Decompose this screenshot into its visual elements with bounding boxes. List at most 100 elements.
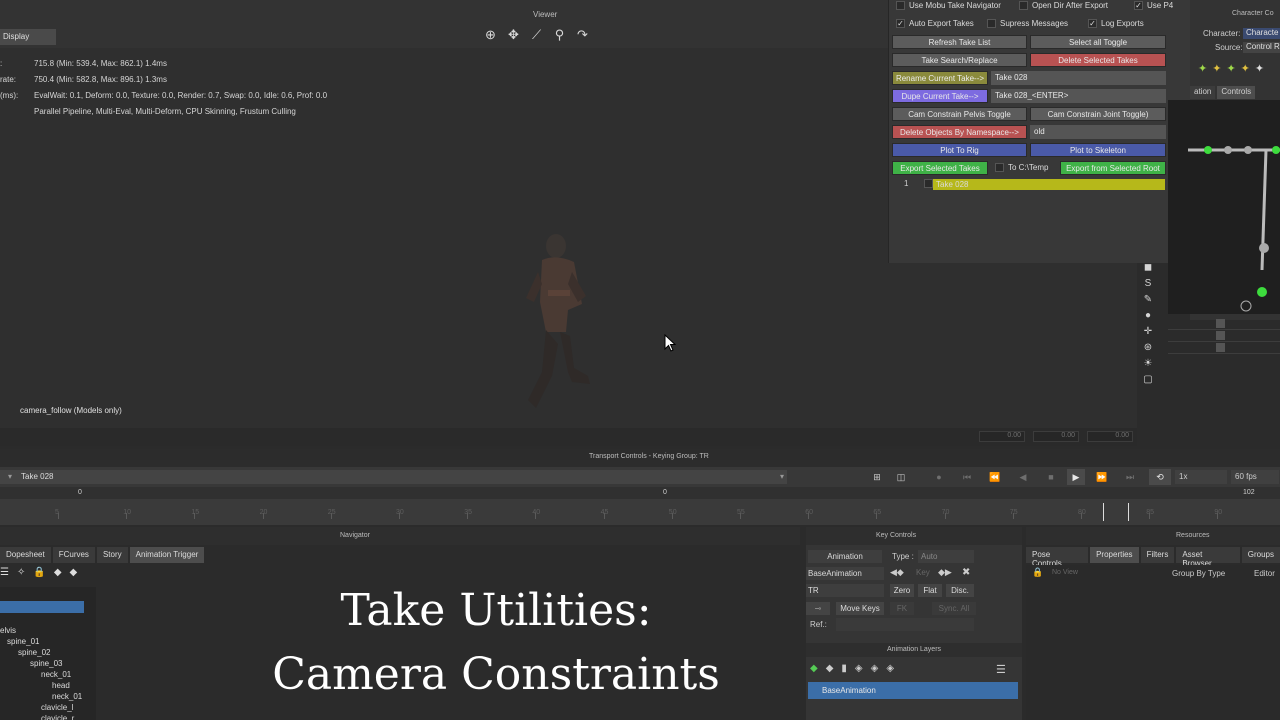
group-by-type[interactable]: Group By Type [1172,569,1225,578]
add-layer-icon[interactable]: ◆ [810,663,818,674]
list-icon[interactable]: ☰ [0,567,9,578]
value-field[interactable]: 0.00 [1033,431,1079,442]
rename-take-field[interactable]: Take 028 [991,71,1166,85]
tree-node[interactable]: elvis [0,626,16,635]
end-frame[interactable]: 102 [1243,489,1255,496]
export-selected-takes-button[interactable]: Export Selected Takes [892,161,988,175]
cam-constrain-joint-button[interactable]: Cam Constrain Joint Toggle) [1030,107,1166,121]
orbit-icon[interactable]: ⊕ [482,26,499,43]
tab-asset-browser[interactable]: Asset Browser [1176,547,1240,568]
row-toggle[interactable] [1216,343,1225,352]
play-icon[interactable]: ▶ [1067,469,1085,485]
figure-icon[interactable]: ✦ [1241,62,1250,75]
sphere-icon[interactable]: ● [1142,310,1154,322]
flat-button[interactable]: Flat [918,584,942,597]
tab-pose-controls[interactable]: Pose Controls [1026,547,1089,568]
zero-button[interactable]: Zero [890,584,914,597]
frame-icon[interactable]: ▢ [1142,374,1154,386]
key-label[interactable]: Key [916,568,930,577]
refresh-take-list-button[interactable]: Refresh Take List [892,35,1027,49]
play-reverse-icon[interactable]: ◀ [1014,469,1032,485]
supress-messages-checkbox[interactable] [987,19,996,28]
plot-to-skeleton-button[interactable]: Plot to Skeleton [1030,143,1166,157]
tree-selection[interactable] [0,601,84,613]
lock-icon[interactable]: 🔒 [33,567,45,578]
prev-key-icon[interactable]: ◀◆ [890,567,904,578]
start-frame[interactable]: 0 [78,489,82,496]
delete-selected-takes-button[interactable]: Delete Selected Takes [1030,53,1166,67]
light-icon[interactable]: ☀ [1142,358,1154,370]
tab-dopesheet[interactable]: Dopesheet [0,547,51,563]
namespace-field[interactable]: old [1030,125,1166,139]
auto-export-checkbox[interactable]: ✓ [896,19,905,28]
layer-icon[interactable]: ◆ [826,663,834,674]
paste-icon[interactable]: ◈ [886,663,894,674]
tree-node[interactable]: spine_03 [30,659,62,668]
playhead[interactable] [1103,503,1129,521]
filter-icon[interactable]: ✧ [17,567,25,578]
take-search-replace-button[interactable]: Take Search/Replace [892,53,1027,67]
pan-icon[interactable]: ⟋ [528,26,545,43]
prev-key-icon[interactable]: ⏪ [986,469,1004,485]
lock-icon[interactable]: 🔒 [1032,567,1043,578]
menu-icon[interactable]: ☰ [996,663,1006,676]
tab-animation[interactable]: ation [1190,86,1216,99]
timeline-ruler[interactable]: 5 10 15 20 25 30 35 40 45 50 55 60 65 70 75 80 85 90 [0,499,1280,525]
curve-icon[interactable]: S [1142,278,1154,290]
layer-row[interactable]: BaseAnimation [808,682,1018,699]
split-view-icon[interactable]: ◫ [892,469,910,485]
loop-icon[interactable]: ⟲ [1149,469,1171,485]
take-list-item[interactable]: Take 028 [933,179,1165,190]
to-temp-checkbox[interactable] [995,163,1004,172]
tab-animation-trigger[interactable]: Animation Trigger [129,547,205,563]
skeleton-view[interactable] [1168,100,1280,314]
tree-node[interactable]: neck_01 [52,692,82,701]
camera-icon[interactable]: ⊛ [1142,342,1154,354]
figure-icon[interactable]: ✦ [1255,62,1264,75]
layer-dropdown[interactable]: BaseAnimation [806,567,884,580]
key-toggle-button[interactable]: ⊸ [806,602,830,615]
tree-node[interactable]: head [52,681,70,690]
cam-constrain-pelvis-button[interactable]: Cam Constrain Pelvis Toggle [892,107,1027,121]
keying-group-dropdown[interactable]: TR [806,584,884,597]
type-dropdown[interactable]: Auto [918,550,974,563]
zoom-icon[interactable]: ⚲ [551,26,568,43]
fps-dropdown[interactable]: 60 fps [1231,470,1279,484]
dupe-take-field[interactable]: Take 028_<ENTER> [991,89,1166,103]
dupe-current-take-button[interactable]: Dupe Current Take--> [892,89,988,103]
brush-icon[interactable]: ✎ [1142,294,1154,306]
figure-icon[interactable]: ✦ [1212,62,1221,75]
editor-toggle[interactable]: Editor [1254,569,1275,578]
display-tab[interactable]: Display [0,29,56,45]
row-toggle[interactable] [1216,319,1225,328]
plot-to-rig-button[interactable]: Plot To Rig [892,143,1027,157]
move-keys-button[interactable]: Move Keys [836,602,884,615]
take-dropdown[interactable]: ▾ Take 028 ▾ [0,470,787,484]
tab-groups[interactable]: Groups [1241,547,1280,563]
cube-icon[interactable]: ◼ [1142,262,1154,274]
move-icon[interactable]: ✥ [505,26,522,43]
select-all-toggle-button[interactable]: Select all Toggle [1030,35,1166,49]
source-field[interactable]: Control R [1243,42,1280,53]
next-key-icon[interactable]: ⏩ [1093,469,1111,485]
figure-icon[interactable]: ✦ [1226,62,1235,75]
delete-layer-icon[interactable]: ▮ [841,663,847,674]
tree-node[interactable]: spine_02 [18,648,50,657]
tree-node[interactable]: neck_01 [41,670,71,679]
stop-icon[interactable]: ■ [1042,469,1060,485]
tab-properties[interactable]: Properties [1090,547,1139,563]
value-field[interactable]: 0.00 [979,431,1025,442]
goto-end-icon[interactable]: ⏭ [1121,469,1139,485]
fk-button[interactable]: FK [890,602,914,615]
ref-field[interactable] [836,618,974,631]
speed-dropdown[interactable]: 1x [1175,470,1227,484]
tab-fcurves[interactable]: FCurves [52,547,95,563]
undo-arc-icon[interactable]: ↷ [574,26,591,43]
figure-icon[interactable]: ✦ [1198,62,1207,75]
log-exports-checkbox[interactable]: ✓ [1088,19,1097,28]
delete-by-namespace-button[interactable]: Delete Objects By Namespace--> [892,125,1027,139]
axis-icon[interactable]: ✛ [1142,326,1154,338]
tab-filters[interactable]: Filters [1140,547,1175,563]
tab-controls[interactable]: Controls [1217,86,1256,99]
character-model[interactable] [512,232,592,416]
